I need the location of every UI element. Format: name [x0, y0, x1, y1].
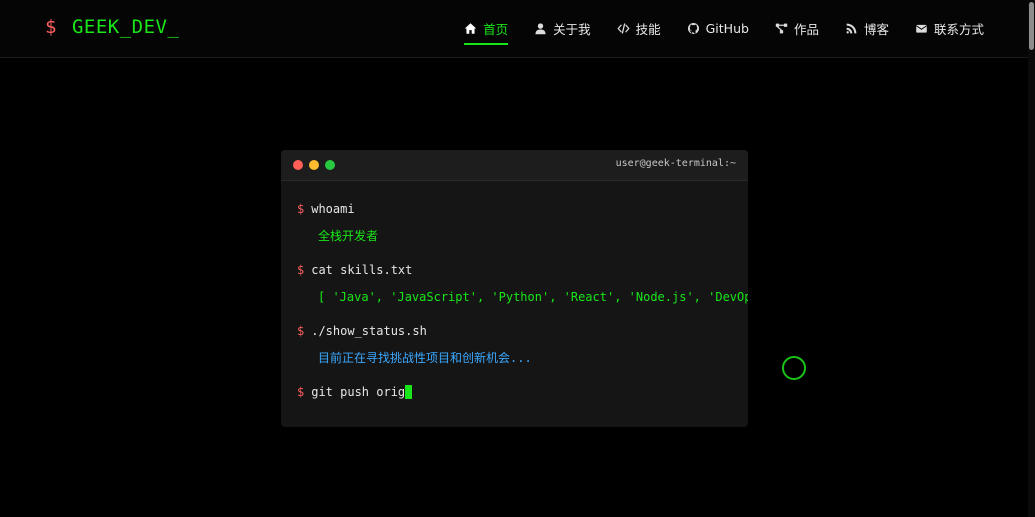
nav-item-label: 博客	[863, 22, 889, 37]
command-text: ./show_status.sh	[311, 324, 427, 338]
home-icon	[464, 22, 477, 35]
terminal-command-line: $ whoami	[297, 200, 732, 218]
nav-item-label: 技能	[635, 22, 661, 37]
site-logo[interactable]: $ GEEK_DEV_	[45, 16, 179, 38]
nav-item-github[interactable]: GitHub	[687, 15, 749, 43]
terminal-title: user@geek-terminal:~	[615, 158, 736, 169]
prompt-symbol: $	[297, 385, 305, 399]
terminal-title-bar: user@geek-terminal:~	[281, 150, 748, 181]
envelope-icon	[915, 22, 928, 35]
code-icon	[617, 22, 630, 35]
prompt-symbol: $	[297, 263, 305, 277]
nav-item-contact[interactable]: 联系方式	[915, 15, 984, 43]
typing-command-text: git push orig	[311, 385, 406, 399]
user-icon	[534, 22, 547, 35]
terminal-command-line: $ ./show_status.sh	[297, 322, 732, 340]
logo-text: GEEK_DEV_	[71, 16, 180, 38]
nav-item-about[interactable]: 关于我	[534, 15, 591, 43]
maximize-dot-icon[interactable]	[325, 160, 335, 170]
project-diagram-icon	[775, 22, 788, 35]
nav-item-blog[interactable]: 博客	[845, 15, 889, 43]
command-output: 全栈开发者	[318, 229, 379, 243]
nav-item-label: 首页	[483, 22, 509, 37]
logo-prompt: $	[45, 16, 57, 38]
command-output: 目前正在寻找挑战性项目和创新机会...	[318, 351, 532, 365]
nav-item-label: 关于我	[553, 22, 591, 37]
terminal-input-line[interactable]: $ git push orig	[297, 383, 732, 401]
terminal-body: $ whoami 全栈开发者 $ cat skills.txt [ 'Java'…	[281, 181, 748, 401]
terminal-window: user@geek-terminal:~ $ whoami 全栈开发者 $ ca…	[281, 150, 748, 427]
scrollbar-thumb[interactable]	[1029, 2, 1034, 50]
nav-item-label: GitHub	[705, 21, 749, 36]
blog-icon	[845, 22, 858, 35]
page: $ GEEK_DEV_ 首页 关于我 技能 GitHub 作品 博客 联系方式 …	[0, 0, 1035, 517]
nav-item-label: 联系方式	[933, 22, 984, 37]
nav-item-works[interactable]: 作品	[775, 15, 819, 43]
close-dot-icon[interactable]	[293, 160, 303, 170]
command-text: cat skills.txt	[311, 263, 413, 277]
terminal-command-line: $ cat skills.txt	[297, 261, 732, 279]
prompt-symbol: $	[297, 202, 305, 216]
terminal-cursor	[405, 385, 413, 399]
cursor-ring-icon	[782, 356, 806, 380]
github-icon	[687, 22, 700, 35]
nav-item-home[interactable]: 首页	[464, 15, 509, 45]
command-output: [ 'Java', 'JavaScript', 'Python', 'React…	[318, 290, 748, 304]
command-text: whoami	[311, 202, 355, 216]
minimize-dot-icon[interactable]	[309, 160, 319, 170]
prompt-symbol: $	[297, 324, 305, 338]
nav-item-label: 作品	[793, 22, 819, 37]
page-scrollbar[interactable]	[1028, 0, 1035, 517]
nav-item-skills[interactable]: 技能	[617, 15, 661, 43]
main-nav: 首页 关于我 技能 GitHub 作品 博客 联系方式	[438, 0, 984, 57]
navbar: $ GEEK_DEV_ 首页 关于我 技能 GitHub 作品 博客 联系方式	[0, 0, 1028, 58]
